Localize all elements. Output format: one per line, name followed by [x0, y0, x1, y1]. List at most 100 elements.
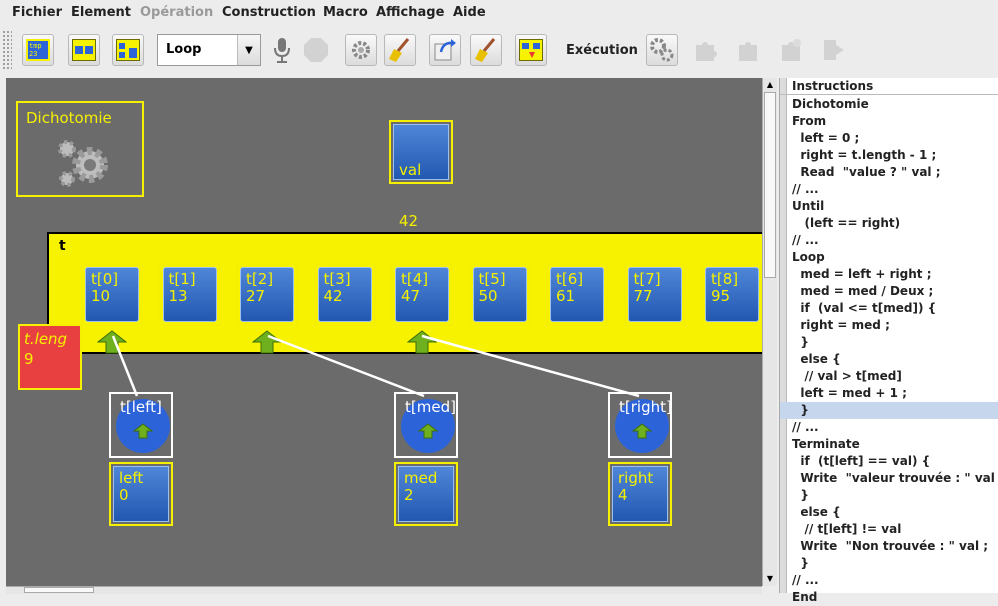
instruction-line[interactable]: // ... — [780, 572, 998, 589]
instruction-line[interactable]: else { — [780, 351, 998, 368]
instruction-line[interactable]: Until — [780, 198, 998, 215]
instruction-line[interactable]: if (val <= t[med]) { — [780, 300, 998, 317]
menu-bar: Fichier Element Opération Construction M… — [0, 0, 998, 26]
variable-med[interactable]: med 2 — [394, 462, 458, 526]
instruction-line[interactable]: med = med / Deux ; — [780, 283, 998, 300]
variable-right[interactable]: right 4 — [608, 462, 672, 526]
gear-icon — [352, 41, 370, 59]
instruction-line[interactable]: } — [780, 555, 998, 572]
puzzle-gear-icon — [782, 39, 801, 61]
scroll-up-icon[interactable]: ▲ — [765, 80, 775, 90]
scroll-down-icon[interactable]: ▼ — [765, 574, 775, 584]
variable-body: left 0 — [113, 466, 169, 522]
loop-select-value: Loop — [166, 42, 202, 57]
instruction-line[interactable]: // ... — [780, 232, 998, 249]
menu-element[interactable]: Element — [71, 5, 131, 20]
instructions-panel[interactable]: Instructions Dichotomie From left = 0 ; r… — [779, 78, 998, 604]
instruction-line[interactable]: if (t[left] == val) { — [780, 453, 998, 470]
pause-button[interactable] — [776, 34, 808, 66]
puzzle-icon — [696, 42, 717, 61]
menu-affichage[interactable]: Affichage — [376, 5, 444, 20]
redo-button[interactable] — [429, 34, 461, 66]
run-button[interactable] — [646, 34, 678, 66]
instruction-line[interactable]: } — [780, 487, 998, 504]
instruction-line[interactable]: Dichotomie — [780, 96, 998, 113]
link-med — [267, 334, 425, 398]
new-variable-button[interactable]: tmp 23 — [22, 34, 54, 66]
pointer-med[interactable]: t[med] — [394, 392, 458, 458]
variable-name: right — [618, 469, 654, 487]
instruction-line[interactable]: med = left + right ; — [780, 266, 998, 283]
menu-macro[interactable]: Macro — [323, 5, 368, 20]
new-array-button[interactable] — [68, 34, 100, 66]
pointer-arrow-icon — [418, 423, 438, 439]
microphone-button[interactable] — [266, 34, 298, 66]
hscroll-thumb[interactable] — [24, 587, 94, 593]
instruction-line[interactable]: else { — [780, 504, 998, 521]
pointer-arrow-icon — [632, 423, 652, 439]
instruction-line[interactable]: Write "valeur trouvée : " val — [780, 470, 998, 487]
instruction-line[interactable]: left = med + 1 ; — [780, 385, 998, 402]
link-left — [111, 335, 139, 397]
chevron-down-icon[interactable]: ▼ — [237, 35, 260, 65]
toolbar-grip[interactable] — [2, 30, 12, 70]
clean-all-button[interactable] — [470, 34, 502, 66]
instruction-line[interactable]: // ... — [780, 419, 998, 436]
puzzle-icon — [739, 42, 757, 61]
canvas-vertical-scrollbar[interactable]: ▲ ▼ — [762, 78, 777, 586]
menu-construction[interactable]: Construction — [222, 5, 316, 20]
stop-icon — [304, 38, 328, 62]
clean-button[interactable] — [384, 34, 416, 66]
step-back-button[interactable] — [733, 34, 765, 66]
pointer-right[interactable]: t[right] — [608, 392, 672, 458]
pointer-left[interactable]: t[left] — [109, 392, 173, 458]
loop-select[interactable]: Loop ▼ — [157, 34, 261, 66]
execution-canvas[interactable]: Dichotomie val 42 t t[0] 10 t[1] 13 t[2] 27 t[… — [6, 78, 764, 586]
variable-icon: tmp 23 — [26, 39, 50, 61]
menu-operation[interactable]: Opération — [140, 5, 213, 20]
instruction-line[interactable]: right = t.length - 1 ; — [780, 147, 998, 164]
assign-icon — [519, 39, 543, 61]
finish-button[interactable] — [818, 34, 850, 66]
microphone-icon — [274, 38, 290, 63]
link-right — [421, 334, 640, 398]
instruction-line[interactable]: Terminate — [780, 436, 998, 453]
instruction-line[interactable]: // t[left] != val — [780, 521, 998, 538]
assign-button[interactable] — [515, 34, 547, 66]
instruction-line[interactable]: right = med ; — [780, 317, 998, 334]
instruction-line[interactable]: // ... — [780, 181, 998, 198]
menu-aide[interactable]: Aide — [453, 5, 486, 20]
broom-icon — [389, 38, 410, 62]
pointer-arrow-icon — [133, 423, 153, 439]
instruction-line[interactable]: } — [780, 334, 998, 351]
pointer-label: t[right] — [619, 398, 672, 416]
variable-value: 2 — [404, 486, 414, 504]
variable-left[interactable]: left 0 — [109, 462, 173, 526]
structure-icon — [116, 39, 140, 61]
instruction-line[interactable]: (left == right) — [780, 215, 998, 232]
variable-body: right 4 — [612, 466, 668, 522]
instruction-line[interactable]: Write "Non trouvée : " val ; — [780, 538, 998, 555]
stop-button[interactable] — [300, 34, 332, 66]
new-structure-button[interactable] — [112, 34, 144, 66]
variable-name: left — [119, 469, 144, 487]
instruction-line[interactable]: From — [780, 113, 998, 130]
toolbar: tmp 23 Loop ▼ Exécution — [0, 26, 998, 74]
instruction-line[interactable]: // val > t[med] — [780, 368, 998, 385]
instruction-line[interactable]: left = 0 ; — [780, 130, 998, 147]
settings-button[interactable] — [345, 34, 377, 66]
variable-body: med 2 — [398, 466, 454, 522]
refresh-icon — [434, 39, 456, 61]
instruction-line[interactable]: End — [780, 589, 998, 606]
instruction-line[interactable]: Read "value ? " val ; — [780, 164, 998, 181]
menu-fichier[interactable]: Fichier — [12, 5, 62, 20]
pointer-label: t[left] — [120, 398, 162, 416]
instruction-line[interactable]: } — [780, 402, 998, 419]
variable-value: 4 — [618, 486, 628, 504]
array-icon — [72, 39, 96, 61]
scroll-thumb[interactable] — [764, 92, 776, 278]
instruction-line[interactable]: Loop — [780, 249, 998, 266]
step-button[interactable] — [690, 34, 722, 66]
instructions-title: Instructions — [780, 78, 998, 95]
variable-name: med — [404, 469, 438, 487]
